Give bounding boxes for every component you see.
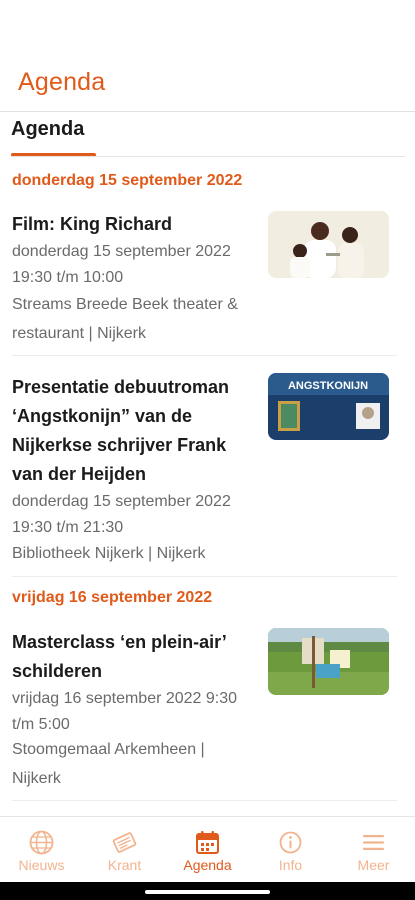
- nav-item-nieuws[interactable]: Nieuws: [0, 817, 83, 883]
- agenda-list[interactable]: donderdag 15 september 2022 Film: King R…: [0, 158, 415, 816]
- divider: [12, 355, 397, 356]
- page-title: Agenda: [18, 68, 106, 96]
- event-location: Streams Breede Beek theater & restaurant…: [12, 296, 238, 342]
- menu-icon: [363, 835, 384, 850]
- nav-item-meer[interactable]: Meer: [332, 817, 415, 883]
- divider: [12, 800, 397, 801]
- calendar-icon: [196, 831, 219, 854]
- nav-item-agenda[interactable]: Agenda: [166, 817, 249, 883]
- tab-divider: [11, 156, 405, 157]
- svg-text:ANGSTKONIJN: ANGSTKONIJN: [288, 380, 368, 392]
- event-thumbnail: [268, 211, 389, 278]
- event-datetime: vrijdag 16 september 2022 9:30 t/m 5:00: [12, 690, 238, 733]
- app-screen: Agenda Agenda donderdag 15 september 202…: [0, 0, 415, 900]
- date-header: vrijdag 16 september 2022: [12, 589, 213, 606]
- divider: [12, 576, 397, 577]
- globe-icon: [29, 830, 54, 855]
- event-datetime: donderdag 15 september 2022 19:30 t/m 21…: [12, 493, 231, 536]
- info-icon: [279, 831, 302, 854]
- tab-bar: Agenda: [0, 112, 415, 158]
- event-datetime: donderdag 15 september 2022 19:30 t/m 10…: [12, 243, 231, 286]
- nav-label: Nieuws: [18, 857, 65, 873]
- nav-label: Info: [278, 857, 303, 873]
- home-indicator[interactable]: [145, 890, 270, 894]
- nav-item-krant[interactable]: Krant: [83, 817, 166, 883]
- event-title: Presentatie debuutroman ‘Angstkonijn” va…: [12, 377, 230, 484]
- event-title: Film: King Richard: [12, 214, 173, 234]
- app-header: Agenda: [0, 0, 415, 112]
- nav-label: Krant: [107, 857, 142, 873]
- date-header: donderdag 15 september 2022: [12, 172, 243, 189]
- event-thumbnail: ANGSTKONIJN: [268, 373, 389, 440]
- event-title: Masterclass ‘en plein-air’ schilderen: [12, 632, 227, 681]
- event-location: Stoomgemaal Arkemheen | Nijkerk: [12, 741, 205, 787]
- nav-label: Agenda: [183, 857, 232, 873]
- system-navigation-bar: [0, 882, 415, 900]
- event-location: Bibliotheek Nijkerk | Nijkerk: [12, 545, 206, 562]
- bottom-navigation: Nieuws Krant Agenda Info Meer: [0, 816, 415, 882]
- nav-item-info[interactable]: Info: [249, 817, 332, 883]
- nav-label: Meer: [357, 857, 390, 873]
- newspaper-icon: [112, 832, 137, 853]
- event-thumbnail: [268, 628, 389, 695]
- tab-agenda[interactable]: Agenda: [11, 118, 84, 141]
